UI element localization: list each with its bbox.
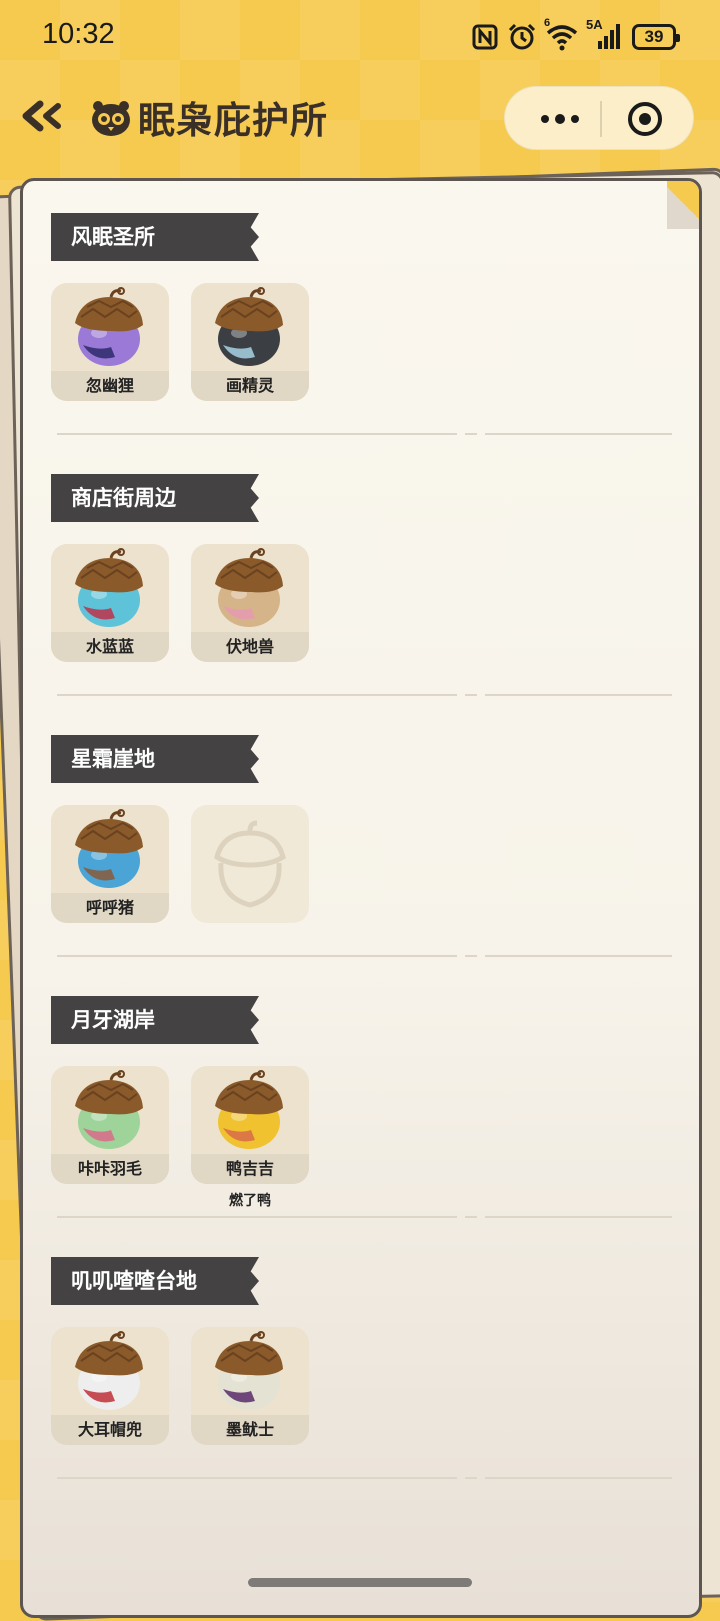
section-divider [57, 1477, 672, 1479]
creature-name: 伏地兽 [191, 632, 309, 662]
creature-card[interactable]: 水蓝蓝 [51, 544, 169, 662]
section-4: 叽叽喳喳台地大耳帽兜 墨鱿士 [51, 1257, 672, 1497]
card-corner-fold [667, 181, 699, 229]
acorn-icon [215, 548, 283, 627]
locked-creature-slot[interactable] [191, 805, 309, 923]
section-divider [57, 433, 672, 435]
nav-bar: 眠枭庇护所 [0, 82, 720, 152]
creature-card[interactable]: 伏地兽 [191, 544, 309, 662]
alarm-icon [508, 23, 536, 50]
home-indicator[interactable] [248, 1578, 472, 1587]
section-items: 忽幽狸 画精灵 [51, 283, 309, 401]
section-items: 咔咔羽毛 鸭吉吉燃了鸭 [51, 1066, 309, 1209]
network-label: 5A [586, 17, 603, 32]
section-title: 风眠圣所 [51, 213, 259, 261]
creature-name: 画精灵 [191, 371, 309, 401]
wifi-icon: 6 [544, 17, 578, 51]
capsule-divider [600, 101, 602, 137]
creature-card[interactable]: 画精灵 [191, 283, 309, 401]
creature-card[interactable]: 呼呼猪 [51, 805, 169, 923]
acorn-icon [75, 1070, 143, 1149]
double-chevron-left-icon[interactable] [20, 96, 66, 136]
creature-card[interactable]: 咔咔羽毛 [51, 1066, 169, 1184]
acorn-icon [75, 287, 143, 366]
section-title: 星霜崖地 [51, 735, 259, 783]
section-0: 风眠圣所忽幽狸 画精灵 [51, 213, 672, 453]
acorn-icon [215, 1331, 283, 1410]
creature-name: 咔咔羽毛 [51, 1154, 169, 1184]
section-items: 呼呼猪 [51, 805, 309, 923]
sanctuary-card: 风眠圣所忽幽狸 画精灵商店街周边水蓝蓝 伏地兽星霜崖地呼呼猪月牙湖岸咔咔羽毛 鸭吉吉燃… [20, 178, 702, 1618]
section-divider [57, 1216, 672, 1218]
miniprogram-capsule [504, 86, 694, 150]
section-items: 大耳帽兜 墨鱿士 [51, 1327, 309, 1445]
section-3: 月牙湖岸咔咔羽毛 鸭吉吉燃了鸭 [51, 996, 672, 1236]
battery-icon: 39 [632, 24, 680, 50]
locked-acorn-icon [214, 820, 286, 908]
acorn-icon [75, 1331, 143, 1410]
section-1: 商店街周边水蓝蓝 伏地兽 [51, 474, 672, 714]
creature-card[interactable]: 忽幽狸 [51, 283, 169, 401]
section-divider [57, 955, 672, 957]
nfc-icon [472, 24, 498, 50]
creature-card[interactable]: 鸭吉吉 燃了鸭 [191, 1066, 309, 1209]
page-title: 眠枭庇护所 [138, 99, 328, 142]
creature-subtitle: 燃了鸭 [229, 1193, 271, 1209]
creature-name: 呼呼猪 [51, 893, 169, 923]
owl-logo-icon [92, 101, 130, 136]
creature-card[interactable]: 大耳帽兜 [51, 1327, 169, 1445]
section-items: 水蓝蓝 伏地兽 [51, 544, 309, 662]
acorn-icon [75, 809, 143, 888]
wifi-label: 6 [544, 17, 551, 29]
section-title: 商店街周边 [51, 474, 259, 522]
creature-name: 墨鱿士 [191, 1415, 309, 1445]
status-icons: 6 5A 39 [472, 17, 680, 54]
status-bar: 10:32 6 5A 39 [0, 0, 720, 72]
creature-name: 大耳帽兜 [51, 1415, 169, 1445]
creature-name: 水蓝蓝 [51, 632, 169, 662]
section-2: 星霜崖地 呼呼猪 [51, 735, 672, 975]
creature-name: 忽幽狸 [51, 371, 169, 401]
signal-icon: 5A [586, 17, 622, 51]
section-title: 月牙湖岸 [51, 996, 259, 1044]
more-dots-icon[interactable] [535, 105, 585, 133]
creature-name: 鸭吉吉 [191, 1154, 309, 1184]
target-circle-icon[interactable] [627, 101, 663, 137]
creature-card[interactable]: 墨鱿士 [191, 1327, 309, 1445]
acorn-icon [75, 548, 143, 627]
section-title: 叽叽喳喳台地 [51, 1257, 259, 1305]
section-divider [57, 694, 672, 696]
acorn-icon [215, 287, 283, 366]
acorn-icon [215, 1070, 283, 1149]
status-time: 10:32 [42, 18, 115, 50]
